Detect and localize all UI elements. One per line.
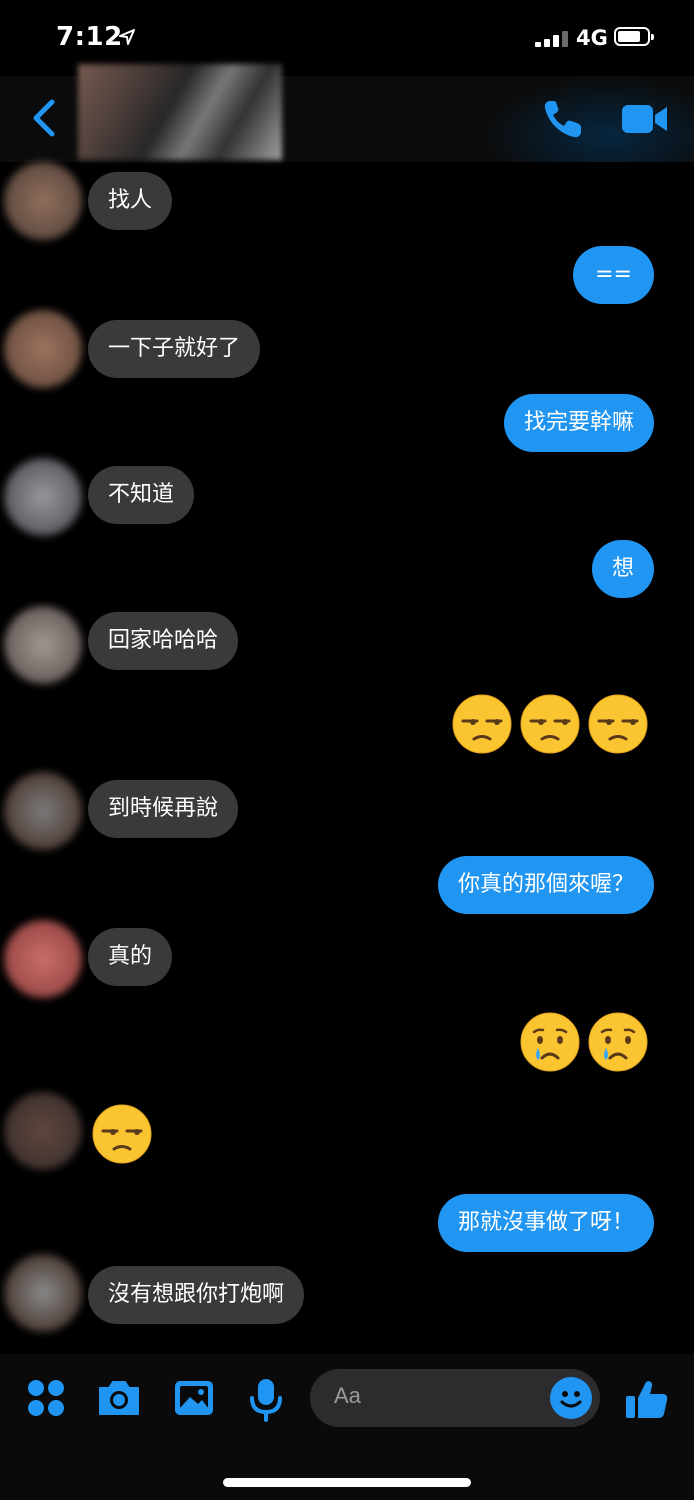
message-input-placeholder: Aa [334, 1383, 361, 1408]
network-type: 4G [576, 26, 608, 50]
incoming-message[interactable]: 真的 [88, 928, 173, 986]
battery-icon [614, 27, 654, 46]
emoji-button[interactable] [550, 1377, 592, 1419]
cellular-signal-icon [535, 31, 569, 47]
incoming-message[interactable]: 回家哈哈哈 [88, 612, 239, 670]
sender-avatar [4, 606, 82, 684]
sender-avatar [4, 920, 82, 998]
like-button[interactable] [624, 1376, 670, 1422]
contact-avatar-redacted[interactable] [78, 64, 282, 160]
incoming-message[interactable]: 不知道 [88, 466, 195, 524]
back-button[interactable] [26, 96, 66, 140]
incoming-message[interactable]: 找人 [88, 172, 173, 230]
unamused-face-icon [452, 694, 512, 754]
smiley-icon [560, 1391, 582, 1408]
location-arrow-icon [119, 29, 135, 45]
unamused-face-icon [92, 1104, 152, 1164]
message-input[interactable]: Aa [310, 1369, 600, 1427]
sender-avatar [4, 772, 82, 850]
camera-icon [99, 1381, 139, 1415]
sender-avatar [4, 310, 82, 388]
sender-avatar [4, 162, 82, 240]
outgoing-message[interactable]: 想 [591, 540, 654, 598]
crying-face-icon [588, 1012, 648, 1072]
sender-avatar [4, 1254, 82, 1332]
incoming-message[interactable]: 到時候再說 [88, 780, 239, 838]
voice-button[interactable] [244, 1376, 288, 1422]
outgoing-message[interactable]: 那就沒事做了呀！ [437, 1194, 654, 1252]
photo-button[interactable] [172, 1376, 216, 1420]
unamused-face-icon [588, 694, 648, 754]
incoming-emoji-message[interactable] [92, 1102, 158, 1168]
outgoing-message[interactable]: == [573, 246, 654, 304]
unamused-face-icon [520, 694, 580, 754]
voice-call-button[interactable] [540, 96, 586, 142]
sender-avatar [4, 458, 82, 536]
home-indicator [223, 1478, 471, 1487]
apps-button[interactable] [24, 1376, 68, 1420]
conversation-header [0, 64, 694, 162]
incoming-message[interactable]: 一下子就好了 [88, 320, 261, 378]
sender-avatar [4, 1092, 82, 1170]
video-camera-icon [622, 105, 667, 133]
video-call-button[interactable] [620, 98, 670, 140]
phone-icon [544, 101, 581, 138]
crying-face-icon [520, 1012, 580, 1072]
outgoing-emoji-message[interactable] [452, 692, 652, 756]
composer-bar: Aa [0, 1354, 694, 1500]
thumbs-up-icon [626, 1381, 668, 1418]
outgoing-message[interactable]: 你真的那個來喔？ [437, 856, 654, 914]
outgoing-message[interactable]: 找完要幹嘛 [503, 394, 654, 452]
microphone-icon [250, 1379, 282, 1422]
photo-icon [175, 1381, 213, 1415]
outgoing-emoji-message[interactable] [520, 1010, 652, 1074]
apps-icon [28, 1380, 64, 1416]
message-list[interactable]: 找人 == 一下子就好了 找完要幹嘛 不知道 想 回家哈哈哈 到時候再說 你真的 [0, 162, 694, 1354]
camera-button[interactable] [96, 1376, 140, 1420]
chevron-left-icon [33, 99, 55, 137]
status-time: 7:12 [56, 22, 123, 52]
incoming-message[interactable]: 沒有想跟你打炮啊 [88, 1266, 305, 1324]
